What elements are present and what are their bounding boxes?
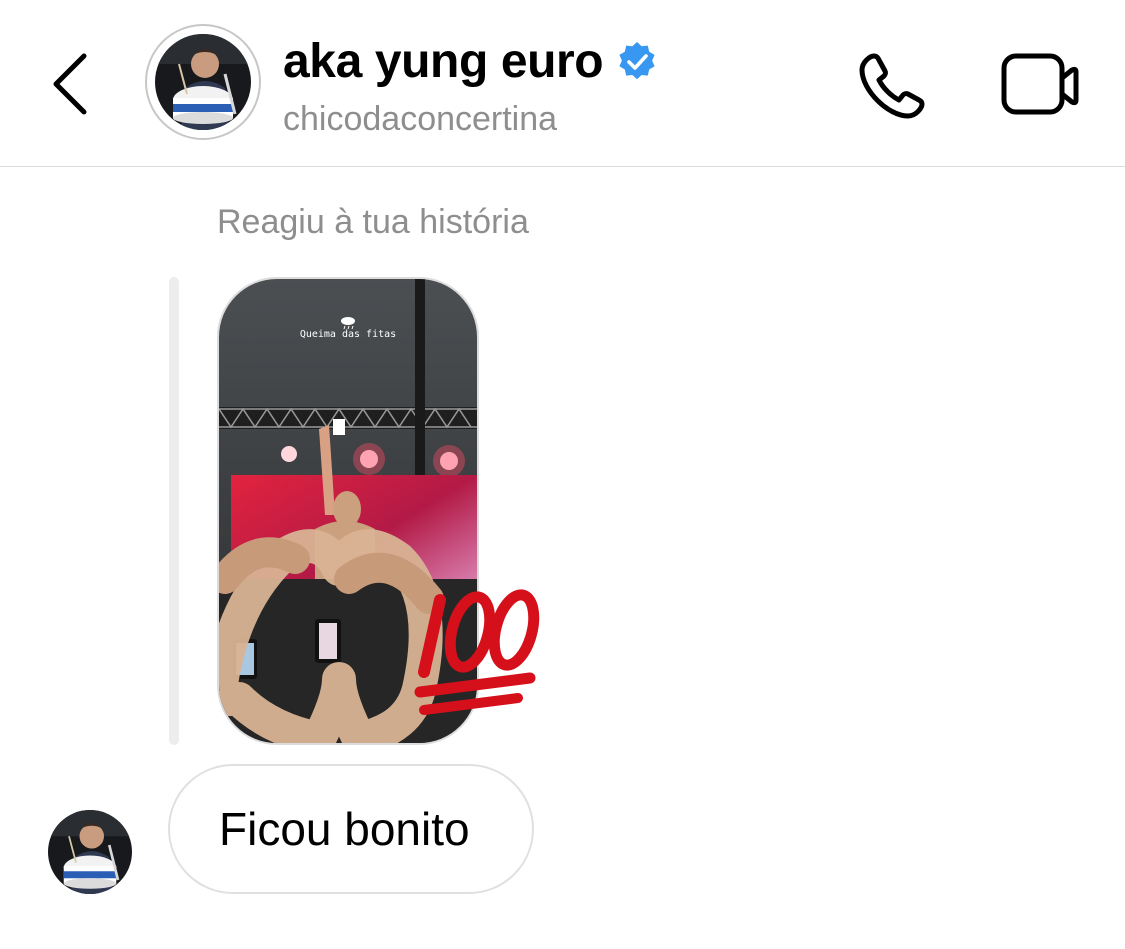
message-text: Ficou bonito (219, 803, 470, 855)
phone-icon (859, 53, 925, 119)
video-call-button[interactable] (996, 46, 1082, 126)
hundred-points-icon (414, 589, 540, 715)
header-avatar[interactable] (145, 24, 261, 140)
contact-username: chicodaconcertina (283, 100, 558, 138)
call-button[interactable] (852, 46, 932, 126)
message-bubble[interactable]: Ficou bonito (168, 764, 534, 894)
story-reaction-label: Reagiu à tua história (217, 203, 529, 241)
chevron-left-icon (53, 53, 87, 115)
profile-photo (155, 34, 251, 130)
video-camera-icon (1001, 53, 1079, 115)
verified-badge-icon (619, 42, 655, 80)
reply-indicator-bar (169, 277, 179, 745)
back-button[interactable] (38, 42, 108, 126)
header-title-row[interactable]: aka yung euro (283, 32, 659, 92)
chat-screen: aka yung euro chicodaconcertina Reagiu à… (0, 0, 1125, 949)
sender-avatar[interactable] (48, 810, 132, 894)
chat-header: aka yung euro chicodaconcertina (0, 0, 1125, 167)
contact-name: aka yung euro (283, 35, 604, 88)
story-caption: Queima das fitas (299, 329, 397, 340)
